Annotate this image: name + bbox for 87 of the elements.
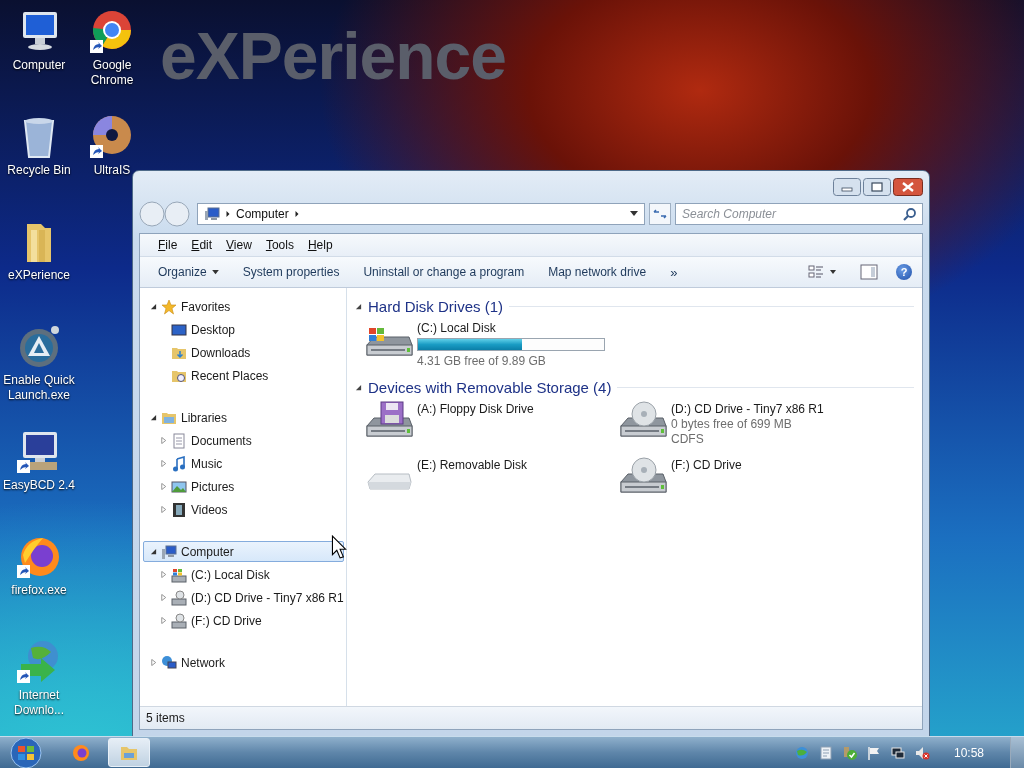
drive-name[interactable]: (E:) Removable Disk [417, 458, 528, 472]
desktop-icon-label[interactable]: UltraIS [93, 163, 131, 178]
address-bar[interactable]: Computer [197, 203, 645, 225]
taskbar-button[interactable] [108, 738, 150, 767]
expanded-arrow-icon[interactable] [150, 414, 157, 421]
computer-icon [204, 206, 220, 222]
collapsed-arrow-icon[interactable] [160, 571, 167, 578]
flag-icon[interactable] [865, 744, 882, 761]
network-icon[interactable] [889, 744, 906, 761]
tree-item[interactable]: Desktop [143, 319, 344, 340]
view-options-icon[interactable] [808, 264, 838, 280]
clock[interactable]: 10:58 [953, 745, 984, 760]
caret-icon[interactable] [630, 211, 638, 217]
refresh-button[interactable] [649, 203, 671, 225]
cd-drive-icon[interactable] [619, 456, 667, 496]
computer-icon [161, 543, 177, 560]
tree-item[interactable]: Favorites [143, 296, 344, 317]
tree-item[interactable]: (C:) Local Disk [143, 564, 344, 585]
cd-drive-icon[interactable] [619, 400, 667, 440]
drive-name[interactable]: (D:) CD Drive - Tiny7 x86 R1 [671, 402, 824, 416]
tree-item[interactable]: Recent Places [143, 365, 344, 386]
collapsed-arrow-icon[interactable] [160, 506, 167, 513]
more-commands-button[interactable]: » [664, 260, 684, 284]
tree-item[interactable]: Music [143, 453, 344, 474]
document-icon[interactable] [817, 744, 834, 761]
document-icon [171, 432, 187, 449]
menu-item[interactable]: File [152, 236, 184, 254]
expanded-arrow-icon[interactable] [355, 383, 362, 391]
collapsed-arrow-icon[interactable] [160, 460, 167, 467]
cd-drive-icon [171, 612, 187, 629]
chevron-icon [225, 210, 231, 218]
status-text: 5 items [146, 711, 185, 725]
hard-drive-icon [171, 566, 187, 583]
menu-item[interactable]: Tools [259, 236, 300, 254]
expanded-arrow-icon[interactable] [150, 548, 157, 555]
floppy-drive-icon[interactable] [365, 400, 413, 440]
expanded-arrow-icon[interactable] [150, 303, 157, 310]
expanded-arrow-icon[interactable] [355, 302, 362, 310]
network-icon [161, 654, 177, 671]
preview-pane-icon[interactable] [860, 264, 878, 280]
search-field[interactable]: Search Computer [675, 203, 923, 225]
tree-item[interactable]: Pictures [143, 476, 344, 497]
menu-item[interactable]: Edit [185, 236, 219, 254]
cd-drive-icon [171, 589, 187, 606]
menu-item[interactable]: View [220, 236, 258, 254]
toolbar-button[interactable]: System properties [236, 261, 346, 283]
drive-name[interactable]: (F:) CD Drive [671, 458, 742, 472]
tree-item[interactable]: Libraries [143, 407, 344, 428]
desktop-icon-label[interactable]: Enable Quick Launch.exe [1, 373, 77, 403]
minimize-button[interactable] [833, 178, 861, 196]
drive-name[interactable]: (C:) Local Disk [417, 321, 605, 335]
group-header[interactable]: Devices with Removable Storage (4) [368, 378, 612, 396]
desktop-icon-label[interactable]: Computer [12, 58, 66, 73]
chevron-icon[interactable] [293, 210, 300, 218]
drive-details: 0 bytes free of 699 MB [671, 417, 793, 431]
close-button[interactable] [893, 178, 923, 196]
drive-name[interactable]: (A:) Floppy Disk Drive [417, 402, 534, 416]
group-header[interactable]: Hard Disk Drives (1) [368, 297, 503, 315]
tree-item[interactable]: Computer [143, 541, 344, 562]
search-icon [903, 207, 917, 221]
toolbar-button[interactable]: Map network drive [542, 261, 653, 283]
collapsed-arrow-icon[interactable] [160, 437, 167, 444]
tree-item[interactable]: (F:) CD Drive [143, 610, 344, 631]
tree-item[interactable]: Network [143, 652, 344, 673]
collapsed-arrow-icon[interactable] [150, 659, 157, 666]
mouse-pointer-icon [331, 535, 347, 559]
tree-item[interactable]: Documents [143, 430, 344, 451]
desktop-icon-label[interactable]: EasyBCD 2.4 [3, 478, 75, 493]
check-badge-icon[interactable] [841, 744, 858, 761]
desktop-icon-label[interactable]: Recycle Bin [7, 163, 71, 178]
collapsed-arrow-icon[interactable] [160, 617, 167, 624]
tree-item[interactable]: Downloads [143, 342, 344, 363]
drive-details: CDFS [671, 432, 705, 446]
browser-icon [71, 742, 91, 763]
toolbar-button[interactable]: Uninstall or change a program [357, 261, 531, 283]
desktop-icon-label[interactable]: Google Chrome [78, 58, 146, 88]
collapsed-arrow-icon[interactable] [160, 594, 167, 601]
desktop-icon-label[interactable]: eXPerience [7, 268, 70, 283]
menu-item[interactable]: Help [301, 236, 339, 254]
tree-item[interactable]: (D:) CD Drive - Tiny7 x86 R1 [143, 587, 344, 608]
breadcrumb[interactable]: Computer [236, 207, 289, 221]
maximize-button[interactable] [863, 178, 891, 196]
tree-item[interactable]: Videos [143, 499, 344, 520]
drive-details: 4.31 GB free of 9.89 GB [417, 354, 547, 368]
collapsed-arrow-icon[interactable] [160, 483, 167, 490]
toolbar-button[interactable]: Organize [152, 261, 225, 283]
film-icon [171, 501, 187, 518]
